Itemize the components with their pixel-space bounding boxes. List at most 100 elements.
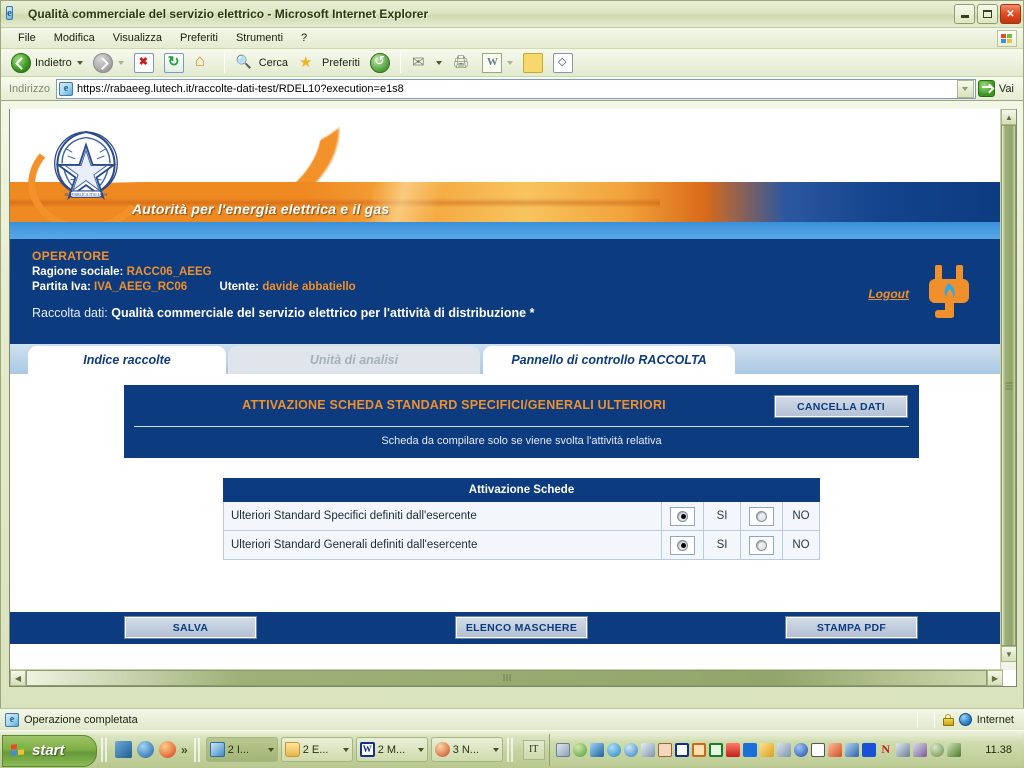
messenger-button[interactable] bbox=[549, 51, 577, 75]
row-no-radio-cell[interactable] bbox=[740, 501, 783, 531]
tray-shield-icon[interactable] bbox=[572, 742, 587, 757]
stop-button[interactable] bbox=[130, 51, 158, 75]
tray-display-icon[interactable] bbox=[759, 742, 774, 757]
quicklaunch-overflow-icon[interactable]: » bbox=[181, 743, 188, 757]
search-button[interactable]: Cerca bbox=[231, 51, 292, 75]
security-zone-indicator[interactable]: Internet bbox=[942, 713, 1024, 726]
tray-update-icon[interactable] bbox=[827, 742, 842, 757]
tray-media-icon[interactable] bbox=[810, 742, 825, 757]
go-button[interactable]: Vai bbox=[976, 79, 1019, 98]
chevron-down-icon[interactable] bbox=[492, 747, 499, 752]
elenco-maschere-button[interactable]: ELENCO MASCHERE bbox=[455, 616, 588, 639]
tab-strip: Indice raccolte Unità di analisi Pannell… bbox=[10, 344, 1003, 374]
menu-item-help[interactable]: ? bbox=[292, 30, 316, 46]
refresh-button[interactable] bbox=[160, 51, 188, 75]
history-button[interactable] bbox=[366, 51, 394, 75]
start-button[interactable]: start bbox=[2, 734, 97, 767]
taskbar-grip-handle[interactable] bbox=[193, 737, 202, 762]
quicklaunch-media-player-icon[interactable] bbox=[137, 741, 154, 758]
chevron-down-icon[interactable] bbox=[76, 60, 83, 65]
taskbar-grip-handle[interactable] bbox=[506, 737, 515, 762]
tray-image-icon[interactable] bbox=[657, 742, 672, 757]
address-input[interactable]: e https://rabaeeg.lutech.it/raccolte-dat… bbox=[55, 78, 976, 99]
chevron-down-icon[interactable] bbox=[435, 60, 442, 65]
taskbar-grip-handle[interactable] bbox=[101, 737, 109, 762]
data-collection-row: Raccolta dati: Qualità commerciale del s… bbox=[32, 306, 1003, 320]
quicklaunch-outlook-icon[interactable] bbox=[115, 741, 132, 758]
tab-indice-raccolte[interactable]: Indice raccolte bbox=[28, 346, 226, 374]
page-vertical-scrollbar[interactable]: ▲ ▼ bbox=[1000, 109, 1016, 670]
task-button-internet-explorer[interactable]: 2 I... bbox=[205, 737, 278, 762]
tray-excel-icon[interactable] bbox=[708, 742, 723, 757]
task-button-word[interactable]: W 2 M... bbox=[355, 737, 428, 762]
tray-search-icon[interactable] bbox=[640, 742, 655, 757]
chevron-down-icon[interactable] bbox=[267, 747, 274, 752]
tray-powerpoint-icon[interactable] bbox=[691, 742, 706, 757]
tray-safely-remove-icon[interactable] bbox=[946, 742, 961, 757]
row-no-radio-cell[interactable] bbox=[740, 530, 783, 560]
notes-button[interactable] bbox=[519, 51, 547, 75]
minimize-button[interactable] bbox=[954, 4, 975, 24]
back-button[interactable]: Indietro bbox=[7, 51, 87, 75]
cancella-dati-button[interactable]: CANCELLA DATI bbox=[774, 395, 908, 418]
stampa-pdf-button[interactable]: STAMPA PDF bbox=[785, 616, 918, 639]
page-horizontal-scrollbar[interactable]: ◀ ▶ bbox=[10, 669, 1003, 686]
favorites-button[interactable]: Preferiti bbox=[294, 51, 364, 75]
taskbar-clock[interactable]: 11.38 bbox=[985, 744, 1016, 756]
tray-volume-icon[interactable] bbox=[793, 742, 808, 757]
forward-button[interactable] bbox=[89, 51, 128, 75]
scroll-left-button[interactable]: ◀ bbox=[10, 670, 26, 686]
status-divider bbox=[933, 711, 935, 728]
task-button-notes[interactable]: 3 N... bbox=[430, 737, 503, 762]
status-bar: e Operazione completata Internet bbox=[0, 708, 1024, 730]
menu-item-strumenti[interactable]: Strumenti bbox=[227, 30, 292, 46]
chevron-down-icon[interactable] bbox=[342, 747, 349, 752]
tray-sync-icon[interactable] bbox=[776, 742, 791, 757]
tray-globe-icon[interactable] bbox=[606, 742, 621, 757]
radio-si[interactable] bbox=[670, 506, 695, 526]
vertical-scroll-thumb[interactable] bbox=[1001, 125, 1016, 646]
chevron-down-icon[interactable] bbox=[417, 747, 424, 752]
quicklaunch-firefox-icon[interactable] bbox=[159, 741, 176, 758]
task-label: 2 I... bbox=[227, 743, 250, 756]
scroll-up-button[interactable]: ▲ bbox=[1001, 109, 1016, 125]
language-indicator[interactable]: IT bbox=[522, 739, 545, 760]
scroll-right-button[interactable]: ▶ bbox=[987, 670, 1003, 686]
maximize-button[interactable] bbox=[977, 4, 998, 24]
tray-play-icon[interactable] bbox=[861, 742, 876, 757]
tray-ie-icon[interactable] bbox=[623, 742, 638, 757]
salva-button[interactable]: SALVA bbox=[124, 616, 257, 639]
menu-item-preferiti[interactable]: Preferiti bbox=[171, 30, 227, 46]
menu-item-modifica[interactable]: Modifica bbox=[45, 30, 104, 46]
task-button-explorer[interactable]: 2 E... bbox=[280, 737, 353, 762]
row-yes-radio-cell[interactable] bbox=[661, 501, 704, 531]
tray-key-icon[interactable] bbox=[725, 742, 740, 757]
tray-network-error-icon[interactable] bbox=[912, 742, 927, 757]
tab-pannello-di-controllo-raccolta[interactable]: Pannello di controllo RACCOLTA bbox=[483, 346, 735, 374]
address-dropdown-button[interactable] bbox=[956, 79, 974, 98]
close-button[interactable]: ✕ bbox=[1000, 4, 1021, 24]
tray-misc-icon[interactable] bbox=[929, 742, 944, 757]
edit-word-button[interactable] bbox=[478, 51, 517, 75]
radio-no[interactable] bbox=[749, 535, 774, 555]
menu-item-file[interactable]: File bbox=[9, 30, 45, 46]
tray-norton-icon[interactable]: N bbox=[879, 742, 893, 757]
tray-printer-icon[interactable] bbox=[895, 742, 910, 757]
mail-button[interactable] bbox=[407, 51, 446, 75]
tray-bluetooth-icon[interactable] bbox=[742, 742, 757, 757]
radio-si[interactable] bbox=[670, 535, 695, 555]
menu-item-visualizza[interactable]: Visualizza bbox=[104, 30, 171, 46]
tray-book-icon[interactable] bbox=[844, 742, 859, 757]
tray-network-icon[interactable] bbox=[589, 742, 604, 757]
logout-link[interactable]: Logout bbox=[868, 287, 909, 301]
home-button[interactable] bbox=[190, 51, 218, 75]
tray-mail-icon[interactable] bbox=[555, 742, 570, 757]
tab-unita-di-analisi[interactable]: Unità di analisi bbox=[228, 346, 480, 374]
print-button[interactable] bbox=[448, 51, 476, 75]
row-yes-radio-cell[interactable] bbox=[661, 530, 704, 560]
tray-word-icon[interactable] bbox=[674, 742, 689, 757]
scroll-down-button[interactable]: ▼ bbox=[1001, 646, 1016, 662]
horizontal-scroll-thumb[interactable] bbox=[26, 670, 987, 686]
radio-no[interactable] bbox=[749, 506, 774, 526]
row-yes-label: SI bbox=[703, 530, 741, 560]
